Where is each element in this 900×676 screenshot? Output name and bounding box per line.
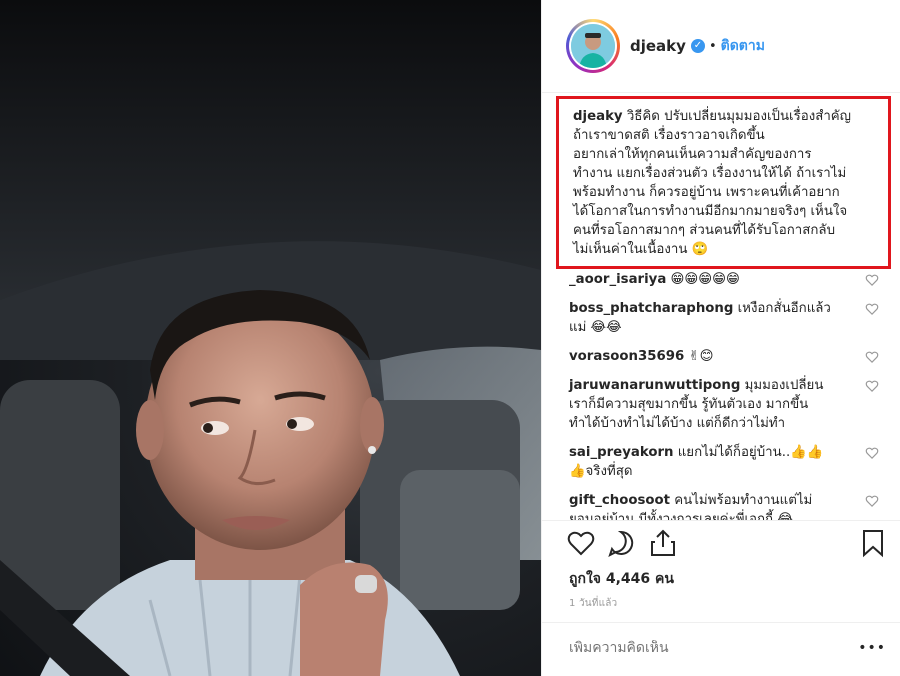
heart-icon[interactable] [865,494,879,508]
comment-text: ✌😊 [684,349,714,364]
heart-icon[interactable] [566,528,596,558]
comment-lines: _aoor_isariya 😁😁😁😁😁 [569,270,861,289]
avatar-image [571,24,615,68]
caption-text: วิธีคิด ปรับเปลี่ยนมุมมองเป็นเรื่องสำคัญ [626,109,852,124]
heart-icon[interactable] [865,379,879,393]
share-icon[interactable] [648,528,678,558]
comment-lines: vorasoon35696 ✌😊 [569,347,861,366]
caption-lines: djeaky วิธีคิด ปรับเปลี่ยนมุมมองเป็นเรื่… [573,107,878,259]
comment-item: vorasoon35696 ✌😊 [542,347,900,366]
comment-icon[interactable] [606,528,636,558]
comment-username[interactable]: jaruwanarunwuttipong [569,378,740,393]
comment-text: มุมมองเปลี่ยน [740,378,824,393]
comment-lines: jaruwanarunwuttipong มุมมองเปลี่ยนเราก็ม… [569,376,861,433]
check-icon: ✓ [690,39,705,53]
comment-username[interactable]: _aoor_isariya [569,272,666,287]
post-header: djeaky ✓ • ติดตาม [542,0,900,92]
comment-line: ทำได้บ้างทำไม่ได้บ้าง แต่ก็ดีกว่าไม่ทำ [569,416,786,431]
comment-line: 👍จริงที่สุด [569,464,633,479]
caption-highlight: djeaky วิธีคิด ปรับเปลี่ยนมุมมองเป็นเรื่… [556,96,891,269]
bookmark-icon[interactable] [858,528,888,558]
comment-line: boss_phatcharaphong เหงือกสั่นอีกแล้ว [569,299,861,318]
comment-text: เหงือกสั่นอีกแล้ว [733,301,831,316]
comment-username[interactable]: sai_preyakorn [569,445,673,460]
heart-icon[interactable] [865,350,879,364]
avatar-illustration [571,24,615,68]
comment-line: เราก็มีความสุขมากขึ้น รู้ทันตัวเอง มากขึ… [569,397,809,412]
comment-item: _aoor_isariya 😁😁😁😁😁 [542,270,900,289]
comment-lines: boss_phatcharaphong เหงือกสั่นอีกแล้วแม่… [569,299,861,337]
caption-line: คนที่รอโอกาสมากๆ ส่วนคนที่ได้รับโอกาสกลั… [573,223,836,238]
comment-username[interactable]: gift_choosoot [569,493,670,508]
comment-line: sai_preyakorn แยกไม่ได้ก็อยู่บ้าน..👍👍 [569,443,861,462]
caption-line: ไม่เห็นค่าในเนื้องาน 🙄 [573,242,709,257]
input-divider [542,622,900,623]
comment-item: jaruwanarunwuttipong มุมมองเปลี่ยนเราก็ม… [542,376,900,433]
heart-icon[interactable] [865,446,879,460]
comment-line: แม่ 😂😂 [569,320,622,335]
caption-username[interactable]: djeaky [573,109,623,124]
likes-count[interactable]: ถูกใจ 4,446 คน [569,568,674,590]
action-bar [566,528,886,562]
post-caption: djeaky วิธีคิด ปรับเปลี่ยนมุมมองเป็นเรื่… [573,107,878,259]
caption-line: อยากเล่าให้ทุกคนเห็นความสำคัญของการ [573,147,812,162]
comment-lines: sai_preyakorn แยกไม่ได้ก็อยู่บ้าน..👍👍 👍จร… [569,443,861,481]
comment-line: ยอมอยู่บ้าน มีทั้งวงการเลยค่ะพี่เอกกี้ 😂 [569,512,793,520]
comment-line: gift_choosoot คนไม่พร้อมทำงานแต่ไม่ [569,491,861,510]
comment-item: gift_choosoot คนไม่พร้อมทำงานแต่ไม่ยอมอย… [542,491,900,520]
actions-divider [542,520,900,521]
caption-line: ได้โอกาสในการทำงานมีอีกมากมายจริงๆ เห็นใ… [573,204,848,219]
post-side-panel: djeaky ✓ • ติดตาม djeaky วิธีคิด ปรับเปล… [541,0,900,676]
more-options-button[interactable]: ••• [858,640,886,656]
comment-item: sai_preyakorn แยกไม่ได้ก็อยู่บ้าน..👍👍 👍จร… [542,443,900,481]
comment-line: vorasoon35696 ✌😊 [569,347,861,366]
heart-icon[interactable] [865,273,879,287]
comment-username[interactable]: vorasoon35696 [569,349,684,364]
header-divider [542,92,900,93]
separator-dot: • [708,38,717,54]
avatar-frame [569,22,617,70]
follow-button[interactable]: ติดตาม [721,35,765,57]
heart-icon[interactable] [865,302,879,316]
comment-lines: gift_choosoot คนไม่พร้อมทำงานแต่ไม่ยอมอย… [569,491,861,520]
comment-line: jaruwanarunwuttipong มุมมองเปลี่ยน [569,376,861,395]
caption-line: พร้อมทำงาน ก็ควรอยู่บ้าน เพราะคนที่เค้าอ… [573,185,840,200]
post-photo [0,0,541,676]
caption-line: ถ้าเราขาดสติ เรื่องราวอาจเกิดขึ้น [573,128,765,143]
post-timestamp[interactable]: 1 วันที่แล้ว [569,596,617,611]
comment-text: 😁😁😁😁😁 [666,272,740,287]
comment-text: แยกไม่ได้ก็อยู่บ้าน..👍👍 [673,445,824,460]
post-username[interactable]: djeaky [630,37,686,55]
comments-list[interactable]: _aoor_isariya 😁😁😁😁😁 boss_phatcharaphong เ… [542,270,900,520]
comment-input[interactable] [569,640,869,656]
comment-username[interactable]: boss_phatcharaphong [569,301,733,316]
comment-text: คนไม่พร้อมทำงานแต่ไม่ [670,493,813,508]
selfie-illustration [0,0,541,676]
caption-line: djeaky วิธีคิด ปรับเปลี่ยนมุมมองเป็นเรื่… [573,107,878,126]
caption-line: ทำงาน แยกเรื่องส่วนตัว เรื่องงานให้ได้ ถ… [573,166,847,181]
comment-item: boss_phatcharaphong เหงือกสั่นอีกแล้วแม่… [542,299,900,337]
avatar[interactable] [566,19,620,73]
comment-line: _aoor_isariya 😁😁😁😁😁 [569,270,861,289]
